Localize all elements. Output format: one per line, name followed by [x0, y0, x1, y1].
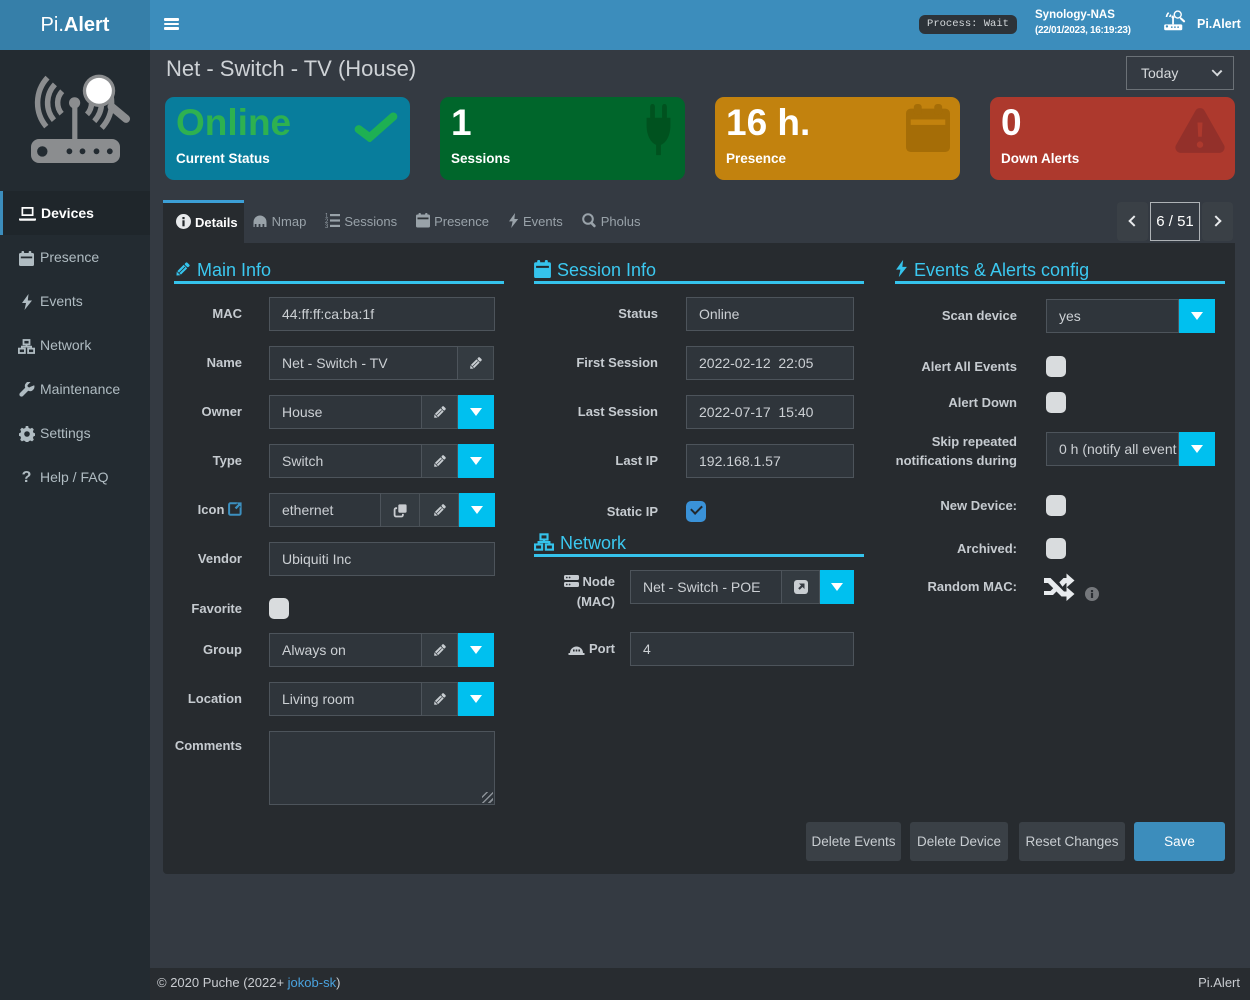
svg-text:3: 3	[325, 224, 329, 228]
